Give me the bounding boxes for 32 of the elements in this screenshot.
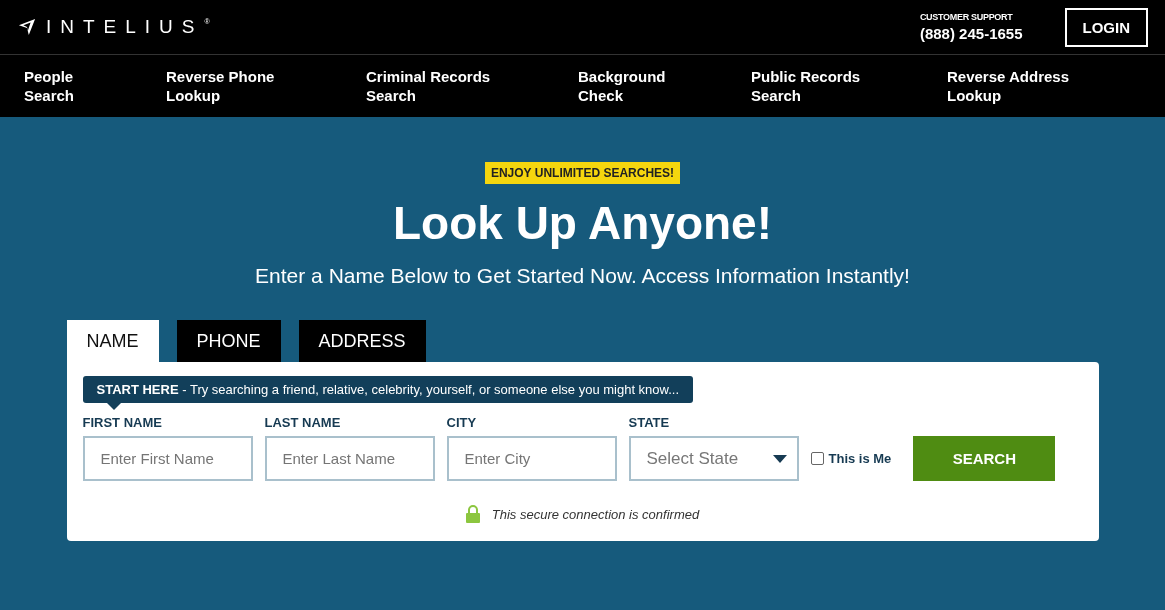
field-label: FIRST NAME xyxy=(82,415,163,430)
caret-icon xyxy=(772,454,787,463)
nav-link[interactable]: People Search xyxy=(24,67,166,105)
nav-link[interactable]: Background Check xyxy=(578,67,751,105)
checkbox[interactable] xyxy=(810,452,824,465)
field-label: LAST NAME xyxy=(264,415,342,430)
logo-icon xyxy=(18,18,36,36)
secure-note: This secure connection is confirmed xyxy=(491,506,700,522)
support-label: CUSTOMER SUPPORT xyxy=(919,12,1014,22)
login-button[interactable]: LOGIN xyxy=(1064,7,1148,47)
search-tab[interactable]: NAME xyxy=(66,320,159,362)
search-tab[interactable]: ADDRESS xyxy=(298,320,426,362)
input-field[interactable]: Enter Last Name xyxy=(264,436,435,481)
field-label: CITY xyxy=(446,415,478,430)
nav-link[interactable]: Reverse Address Lookup xyxy=(947,67,1137,105)
logo-text[interactable]: INTELIUS xyxy=(46,16,204,38)
nav-link[interactable]: Criminal Records Search xyxy=(366,67,578,105)
tip-pointer xyxy=(106,403,121,410)
search-tab[interactable]: PHONE xyxy=(176,320,281,362)
support-phone[interactable]: (888) 245-1655 xyxy=(919,25,1023,42)
hero-title: Look Up Anyone! xyxy=(392,196,773,250)
nav-link[interactable]: Public Records Search xyxy=(751,67,947,105)
input-field[interactable]: Enter First Name xyxy=(82,436,253,481)
promo-badge: ENJOY UNLIMITED SEARCHES! xyxy=(484,162,681,184)
field-label: STATE xyxy=(628,415,671,430)
search-button[interactable]: SEARCH xyxy=(913,436,1056,481)
hero-subtitle: Enter a Name Below to Get Started Now. Access Information Instantly! xyxy=(255,264,910,288)
nav-link[interactable]: Reverse Phone Lookup xyxy=(166,67,366,105)
state-dropdown[interactable]: Select State xyxy=(628,436,799,481)
padlock-icon xyxy=(465,505,480,523)
input-field[interactable]: Enter City xyxy=(446,436,617,481)
checkbox-label: This is Me xyxy=(828,451,892,466)
